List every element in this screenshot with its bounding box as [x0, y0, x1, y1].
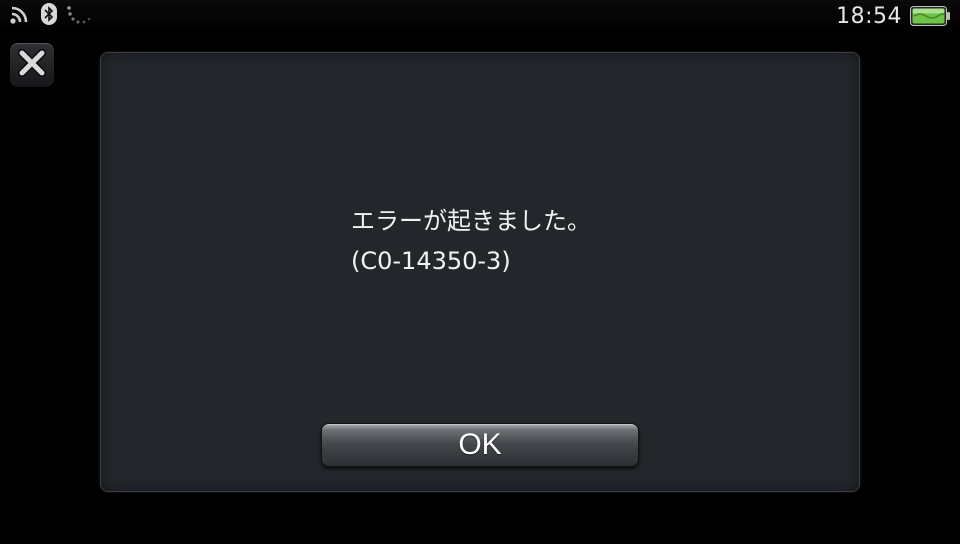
bluetooth-icon: [40, 3, 58, 29]
error-dialog: エラーが起きました。 (C0-14350-3) OK: [100, 52, 860, 492]
status-icons-right: 18:54: [836, 2, 950, 30]
wifi-icon: [10, 4, 32, 28]
close-icon: [17, 48, 47, 82]
loading-spinner-icon: [66, 3, 92, 29]
status-icons-left: [10, 3, 92, 29]
error-message-text: エラーが起きました。: [351, 207, 591, 235]
clock: 18:54: [836, 3, 902, 29]
status-bar: 18:54: [0, 0, 960, 32]
screen: 18:54 エラーが起きました。 (C0-14350-3) OK: [0, 0, 960, 544]
ok-button[interactable]: OK: [321, 423, 639, 467]
error-message: エラーが起きました。 (C0-14350-3): [351, 201, 591, 281]
battery-icon: [910, 6, 950, 26]
error-code: (C0-14350-3): [351, 247, 511, 275]
close-button[interactable]: [10, 43, 54, 87]
